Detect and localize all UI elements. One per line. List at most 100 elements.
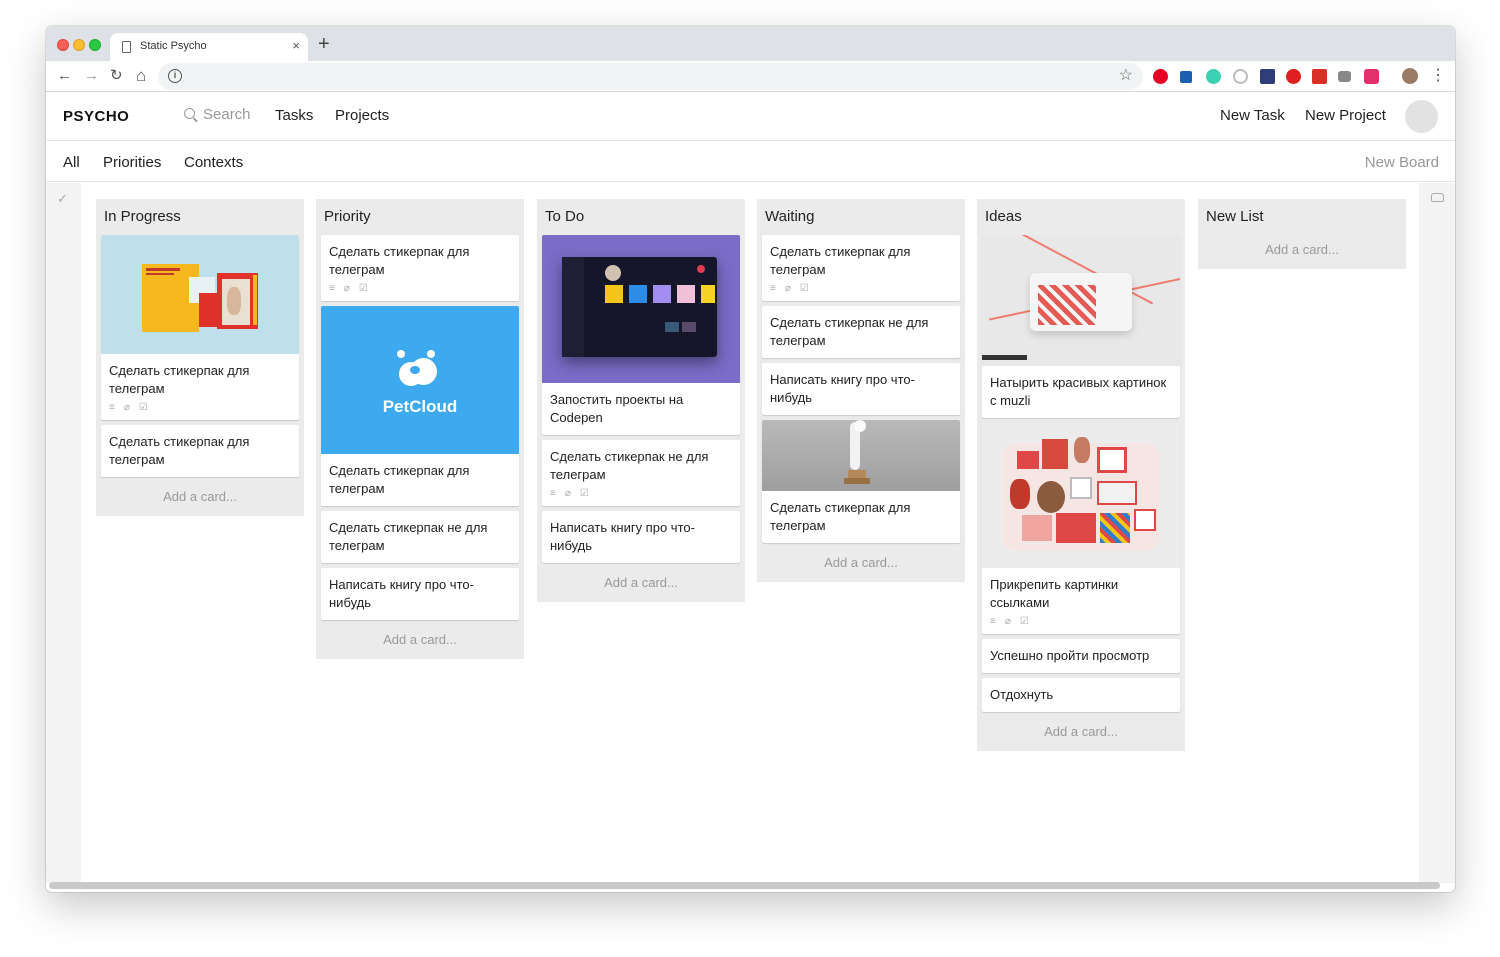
card-cover-image: PetCloud <box>321 306 519 454</box>
archive-rail[interactable] <box>1419 183 1455 883</box>
description-icon: ≡ <box>109 402 115 413</box>
new-project-button[interactable]: New Project <box>1305 107 1386 124</box>
muzli-extension-icon[interactable] <box>1206 69 1221 84</box>
list-ideas: Ideas Натырить красивых картинок с muzli <box>977 199 1185 751</box>
card[interactable]: Сделать стикерпак не для телеграм <box>321 511 519 563</box>
card[interactable]: Сделать стикерпак для телеграм ≡ ⌀ ☑ <box>762 235 960 301</box>
pinterest-extension-icon[interactable] <box>1153 69 1168 84</box>
browser-tab[interactable]: Static Psycho × <box>110 33 308 61</box>
card-text: Написать книгу про что-нибудь <box>329 577 474 610</box>
card[interactable]: Сделать стикерпак не для телеграм ≡ ⌀ ☑ <box>542 440 740 506</box>
clipper-extension-icon[interactable] <box>1312 69 1327 84</box>
back-icon[interactable]: ← <box>57 65 72 87</box>
attachment-icon: ⌀ <box>123 402 130 413</box>
zoom-window-button[interactable] <box>89 39 101 51</box>
close-window-button[interactable] <box>57 39 69 51</box>
bookmark-star-icon[interactable]: ☆ <box>1119 65 1133 87</box>
card-text: Сделать стикерпак не для телеграм <box>329 520 488 553</box>
eyedropper-extension-icon[interactable] <box>1260 69 1275 84</box>
card-badges: ≡ ⌀ ☑ <box>982 616 1180 634</box>
card-text: Сделать стикерпак для телеграм <box>770 500 911 533</box>
address-bar[interactable]: i ☆ <box>158 63 1143 90</box>
new-tab-button[interactable]: + <box>318 33 330 55</box>
list-to-do: To Do Запостить проекты на Codepen Сдела… <box>537 199 745 602</box>
camera-extension-icon[interactable] <box>1338 71 1351 82</box>
new-board-button[interactable]: New Board <box>1365 154 1439 171</box>
card-cover-image <box>101 235 299 354</box>
list-title[interactable]: Waiting <box>762 207 960 235</box>
card-text: Сделать стикерпак для телеграм <box>109 434 250 467</box>
filter-all[interactable]: All <box>63 154 80 171</box>
attachment-icon: ⌀ <box>784 283 791 294</box>
list-title[interactable]: To Do <box>542 207 740 235</box>
card-text: Прикрепить картинки ссылками <box>990 577 1119 610</box>
card[interactable]: Сделать стикерпак для телеграм <box>101 425 299 477</box>
minimize-window-button[interactable] <box>73 39 85 51</box>
list-title[interactable]: Ideas <box>982 207 1180 235</box>
app-logo[interactable]: PSYCHO <box>63 108 129 125</box>
card[interactable]: Написать книгу про что-нибудь <box>762 363 960 415</box>
v-extension-icon[interactable] <box>1180 71 1192 83</box>
list-title[interactable]: In Progress <box>101 207 299 235</box>
card-badges: ≡ ⌀ ☑ <box>101 402 299 420</box>
card[interactable]: Сделать стикерпак для телеграм <box>762 420 960 543</box>
counter-extension-icon[interactable] <box>1364 69 1379 84</box>
list-new-list: New List Add a card... <box>1198 199 1406 269</box>
attachment-icon: ⌀ <box>564 488 571 499</box>
tab-close-icon[interactable]: × <box>292 38 300 54</box>
site-info-icon[interactable]: i <box>168 69 182 83</box>
new-task-button[interactable]: New Task <box>1220 107 1285 124</box>
card-text: Сделать стикерпак не для телеграм <box>770 315 929 348</box>
card-text: Сделать стикерпак не для телеграм <box>550 449 709 482</box>
search-label: Search <box>203 106 251 123</box>
card[interactable]: Сделать стикерпак для телеграм ≡ ⌀ ☑ <box>101 235 299 420</box>
list-title[interactable]: New List <box>1203 207 1401 235</box>
card[interactable]: Прикрепить картинки ссылками ≡ ⌀ ☑ <box>982 423 1180 634</box>
attachment-icon: ⌀ <box>1004 616 1011 627</box>
card[interactable]: Успешно пройти просмотр <box>982 639 1180 673</box>
page-icon <box>122 41 131 53</box>
card-cover-image <box>542 235 740 383</box>
reload-icon[interactable]: ↻ <box>110 65 123 87</box>
add-card-button[interactable]: Add a card... <box>982 717 1180 747</box>
done-rail[interactable]: ✓ <box>46 183 81 883</box>
skype-extension-icon[interactable] <box>1233 69 1248 84</box>
card[interactable]: Натырить красивых картинок с muzli <box>982 235 1180 418</box>
card[interactable]: Запостить проекты на Codepen <box>542 235 740 435</box>
filter-priorities[interactable]: Priorities <box>103 154 161 171</box>
card[interactable]: Сделать стикерпак не для телеграм <box>762 306 960 358</box>
card-text: Сделать стикерпак для телеграм <box>770 244 911 277</box>
list-title[interactable]: Priority <box>321 207 519 235</box>
forward-icon[interactable]: → <box>84 65 99 87</box>
add-card-button[interactable]: Add a card... <box>321 625 519 655</box>
card-cover-image <box>982 235 1180 366</box>
profile-avatar-icon[interactable] <box>1402 68 1418 84</box>
card-text: Написать книгу про что-нибудь <box>770 372 915 405</box>
checklist-icon: ☑ <box>138 402 148 413</box>
list-in-progress: In Progress Сделать стикерпак для телегр… <box>96 199 304 516</box>
add-card-button[interactable]: Add a card... <box>101 482 299 512</box>
search-input[interactable]: Search <box>184 106 251 123</box>
add-card-button[interactable]: Add a card... <box>542 568 740 598</box>
browser-window: Static Psycho × + ← → ↻ ⌂ i ☆ ⋮ PSYCHO S… <box>46 26 1455 892</box>
card[interactable]: PetCloud Сделать стикерпак для телеграм <box>321 306 519 506</box>
petcloud-logo-text: PetCloud <box>382 397 458 416</box>
add-card-button[interactable]: Add a card... <box>1203 235 1401 265</box>
nav-tasks[interactable]: Tasks <box>275 107 313 124</box>
add-card-button[interactable]: Add a card... <box>762 548 960 578</box>
filter-contexts[interactable]: Contexts <box>184 154 243 171</box>
card[interactable]: Отдохнуть <box>982 678 1180 712</box>
card[interactable]: Написать книгу про что-нибудь <box>321 568 519 620</box>
adblock-extension-icon[interactable] <box>1286 69 1301 84</box>
card-badges: ≡ ⌀ ☑ <box>321 283 519 301</box>
card-text: Сделать стикерпак для телеграм <box>329 463 470 496</box>
card-text: Отдохнуть <box>990 687 1054 702</box>
browser-menu-icon[interactable]: ⋮ <box>1430 65 1446 87</box>
horizontal-scrollbar[interactable] <box>49 882 1440 889</box>
card-cover-image <box>762 420 960 491</box>
card[interactable]: Написать книгу про что-нибудь <box>542 511 740 563</box>
card[interactable]: Сделать стикерпак для телеграм ≡ ⌀ ☑ <box>321 235 519 301</box>
user-avatar[interactable] <box>1405 100 1438 133</box>
nav-projects[interactable]: Projects <box>335 107 389 124</box>
home-icon[interactable]: ⌂ <box>136 65 146 87</box>
